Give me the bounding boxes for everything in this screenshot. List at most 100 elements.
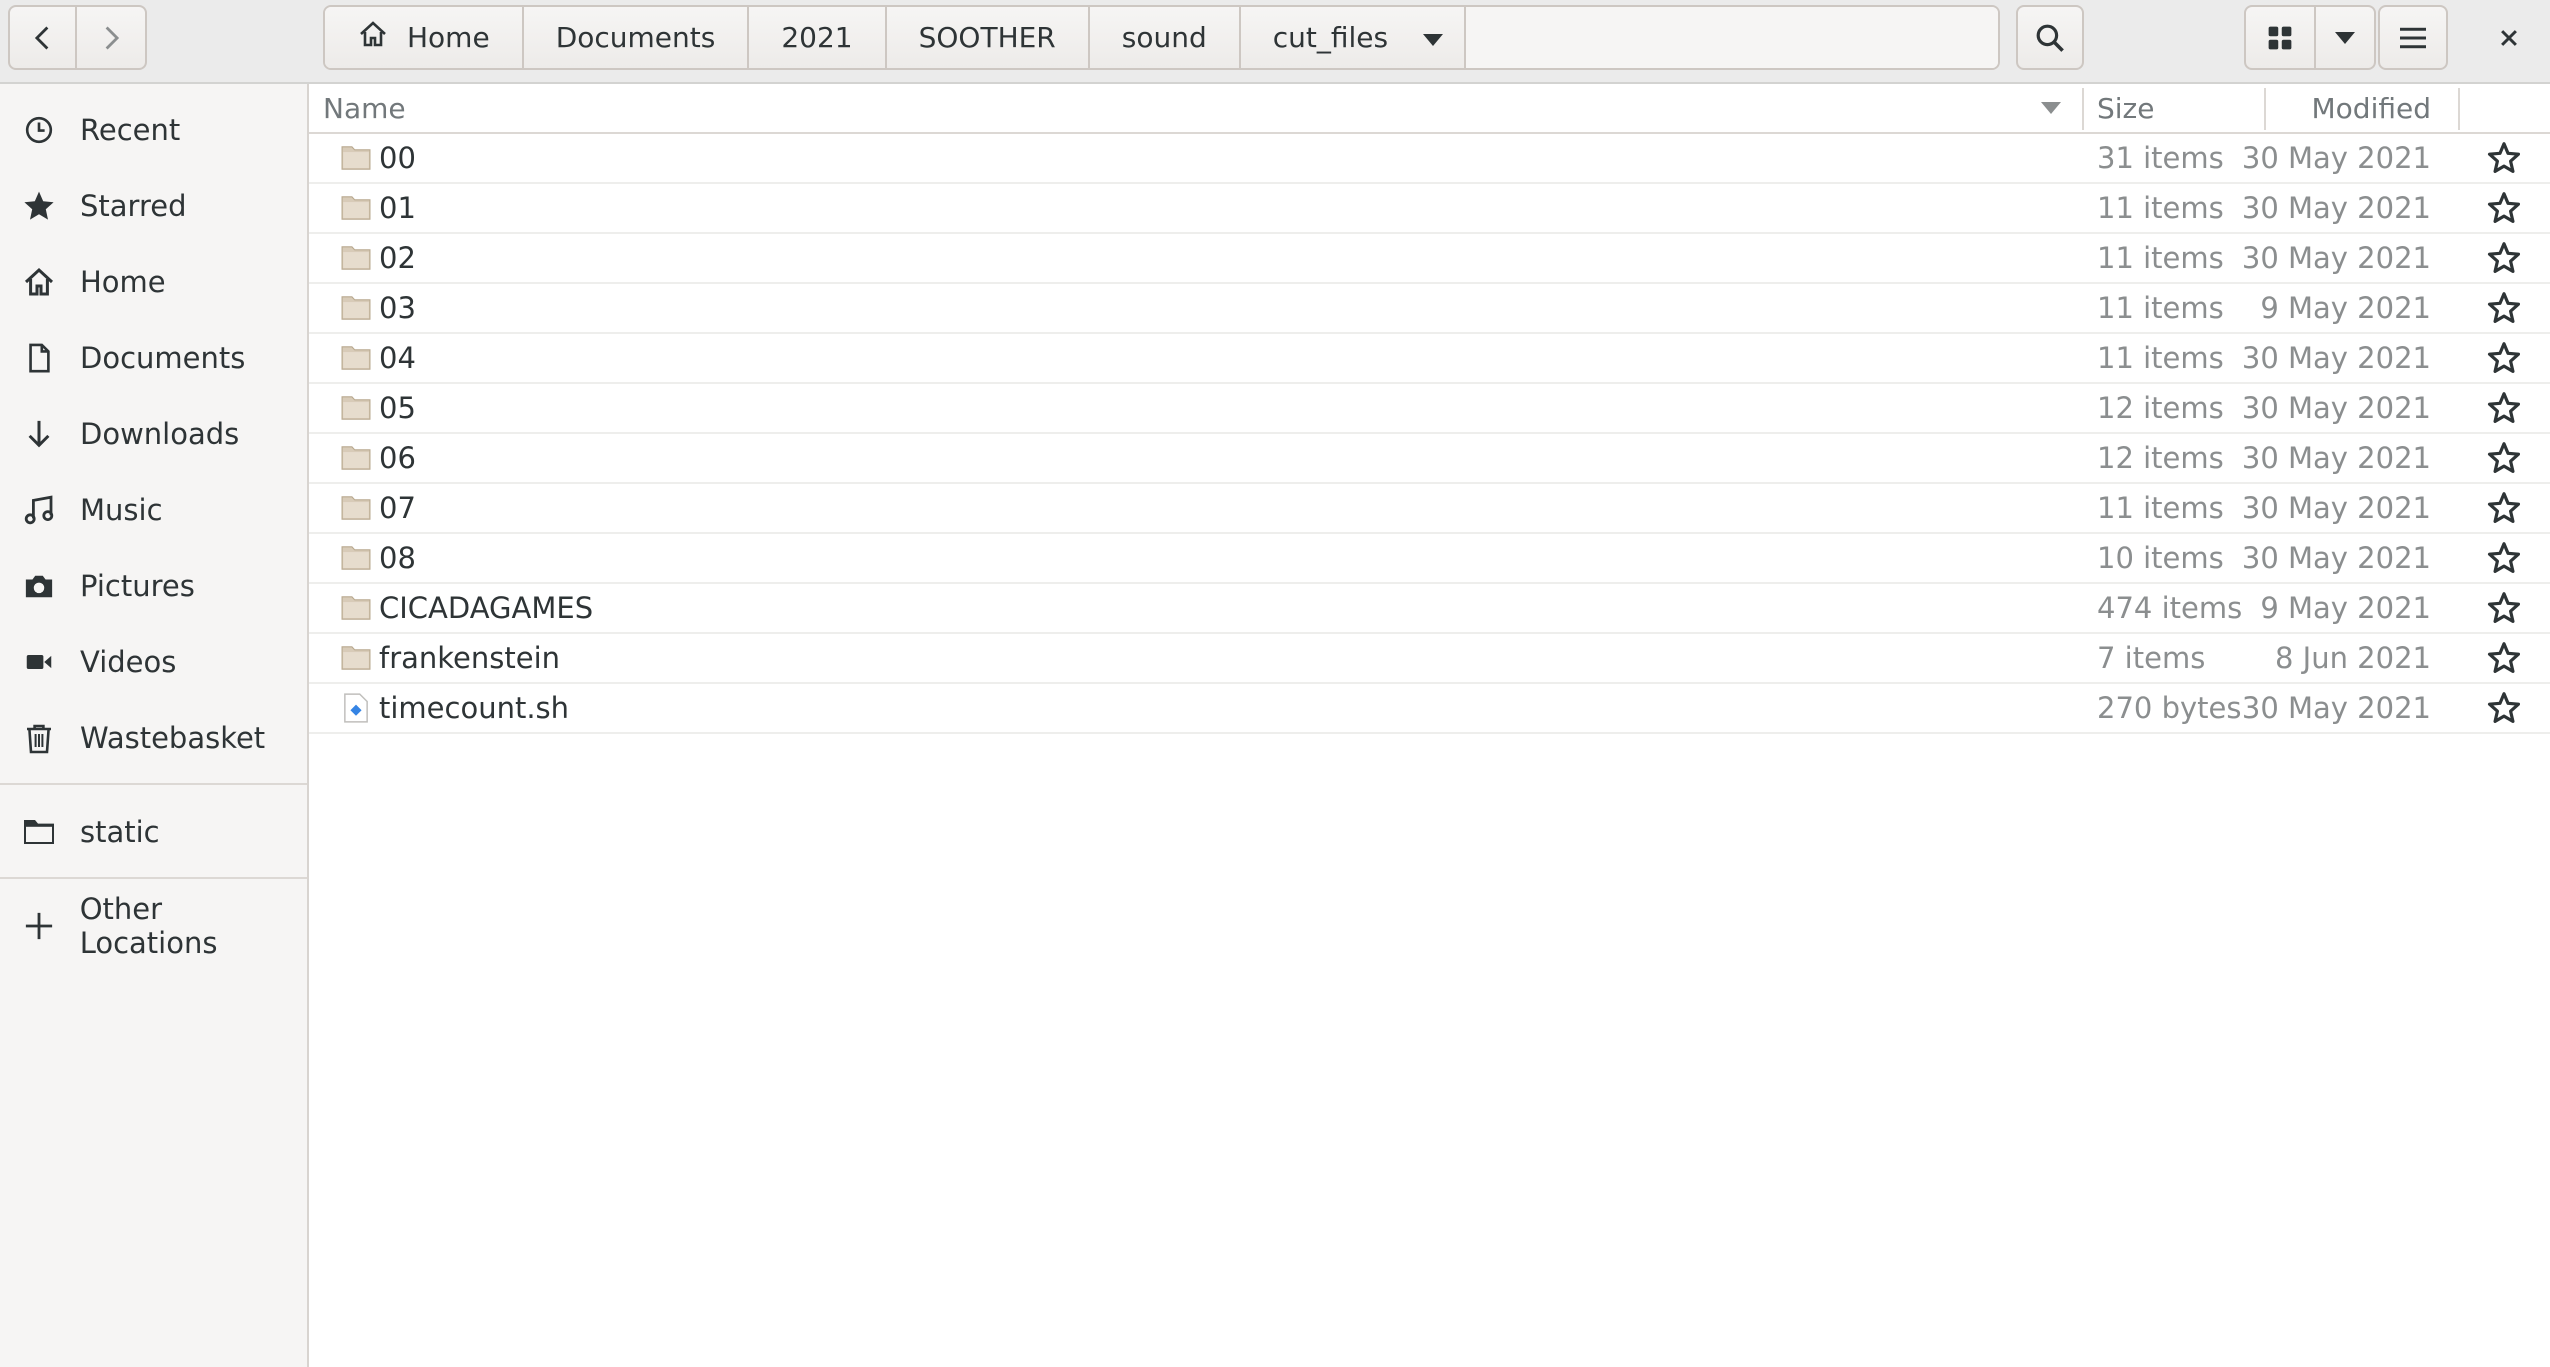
- sidebar-item-label: Recent: [80, 113, 181, 147]
- sidebar-item-label: Videos: [80, 645, 177, 679]
- folder-icon: [339, 234, 373, 282]
- folder-icon: [339, 534, 373, 582]
- sidebar-item-other-locations[interactable]: Other Locations: [0, 890, 307, 962]
- hamburger-menu-icon: [2400, 27, 2426, 48]
- column-header-label: Name: [323, 91, 406, 125]
- breadcrumb-home[interactable]: Home: [325, 7, 524, 68]
- home-icon: [22, 265, 56, 299]
- sidebar-item-label: static: [80, 815, 160, 849]
- document-icon: [22, 341, 56, 375]
- sidebar-item-label: Music: [80, 493, 163, 527]
- table-row[interactable]: timecount.sh 270 bytes 30 May 2021: [309, 684, 2550, 734]
- column-header-row: Name Size Modified: [309, 84, 2550, 134]
- clock-icon: [22, 113, 56, 147]
- path-bar: Home Documents 2021 SOOTHER sound cut_fi…: [323, 5, 2000, 70]
- star-icon[interactable]: [2479, 234, 2529, 282]
- folder-icon: [339, 334, 373, 382]
- sidebar-item-wastebasket[interactable]: Wastebasket: [0, 702, 307, 774]
- go-next-icon: [105, 26, 120, 49]
- main-menu-button[interactable]: [2378, 5, 2448, 70]
- table-row[interactable]: 06 12 items 30 May 2021: [309, 434, 2550, 484]
- close-icon: [2501, 29, 2517, 46]
- view-options-button[interactable]: [2314, 5, 2376, 70]
- trash-icon: [22, 721, 56, 755]
- file-size: 10 items: [2097, 541, 2224, 575]
- search-icon: [2036, 24, 2064, 52]
- breadcrumb-documents[interactable]: Documents: [523, 7, 750, 68]
- sidebar-item-label: Wastebasket: [80, 721, 266, 755]
- search-button[interactable]: [2016, 5, 2084, 70]
- back-button[interactable]: [8, 5, 77, 70]
- star-icon[interactable]: [2479, 584, 2529, 632]
- sidebar-item-starred[interactable]: Starred: [0, 170, 307, 242]
- file-size: 11 items: [2097, 491, 2224, 525]
- column-divider[interactable]: [2458, 88, 2460, 130]
- download-icon: [22, 417, 56, 451]
- table-row[interactable]: 08 10 items 30 May 2021: [309, 534, 2550, 584]
- sidebar-item-music[interactable]: Music: [0, 474, 307, 546]
- sidebar-item-documents[interactable]: Documents: [0, 322, 307, 394]
- table-row[interactable]: 01 11 items 30 May 2021: [309, 184, 2550, 234]
- column-header-modified[interactable]: Modified: [2209, 84, 2539, 132]
- sidebar-item-videos[interactable]: Videos: [0, 626, 307, 698]
- table-row[interactable]: CICADAGAMES 474 items 9 May 2021: [309, 584, 2550, 634]
- table-row[interactable]: 05 12 items 30 May 2021: [309, 384, 2550, 434]
- star-icon[interactable]: [2479, 184, 2529, 232]
- column-header-name[interactable]: Name: [323, 84, 406, 132]
- sidebar-item-recent[interactable]: Recent: [0, 94, 307, 166]
- file-name: 08: [379, 541, 416, 575]
- table-row[interactable]: 00 31 items 30 May 2021: [309, 134, 2550, 184]
- table-row[interactable]: frankenstein 7 items 8 Jun 2021: [309, 634, 2550, 684]
- star-icon: [22, 189, 56, 223]
- file-name: timecount.sh: [379, 691, 570, 725]
- sidebar-item-label: Other Locations: [79, 892, 218, 960]
- table-row[interactable]: 04 11 items 30 May 2021: [309, 334, 2550, 384]
- file-name: CICADAGAMES: [379, 591, 594, 625]
- video-icon: [22, 645, 56, 679]
- chevron-down-icon: [1422, 21, 1444, 54]
- file-list-view: Name Size Modified 00 31 items 30 May 2021…: [309, 84, 2550, 1367]
- folder-icon: [22, 815, 56, 849]
- star-icon[interactable]: [2479, 334, 2529, 382]
- breadcrumb-cut-files[interactable]: cut_files: [1240, 7, 1467, 68]
- table-row[interactable]: 03 11 items 9 May 2021: [309, 284, 2550, 334]
- forward-button[interactable]: [75, 5, 147, 70]
- sidebar-item-static[interactable]: static: [0, 796, 307, 868]
- star-icon[interactable]: [2479, 634, 2529, 682]
- sidebar-item-home[interactable]: Home: [0, 246, 307, 318]
- file-name: 00: [379, 141, 416, 175]
- star-icon[interactable]: [2479, 484, 2529, 532]
- breadcrumb-label: SOOTHER: [918, 21, 1056, 54]
- file-size: 7 items: [2097, 641, 2206, 675]
- column-header-label: Modified: [2311, 91, 2431, 125]
- breadcrumb-label: sound: [1121, 21, 1207, 54]
- breadcrumb-label: Documents: [555, 21, 716, 54]
- sort-descending-icon[interactable]: [2039, 84, 2063, 132]
- column-header-size[interactable]: Size: [2097, 84, 2154, 132]
- folder-icon: [339, 434, 373, 482]
- close-window-button[interactable]: [2474, 5, 2544, 70]
- star-icon[interactable]: [2479, 384, 2529, 432]
- star-icon[interactable]: [2479, 284, 2529, 332]
- breadcrumb-2021[interactable]: 2021: [749, 7, 887, 68]
- view-toggle-button[interactable]: [2244, 5, 2316, 70]
- star-icon[interactable]: [2479, 434, 2529, 482]
- column-divider[interactable]: [2082, 88, 2084, 130]
- file-name: frankenstein: [379, 641, 561, 675]
- sidebar-item-label: Documents: [80, 341, 246, 375]
- table-row[interactable]: 07 11 items 30 May 2021: [309, 484, 2550, 534]
- sidebar-item-label: Starred: [80, 189, 187, 223]
- file-size: 12 items: [2097, 391, 2224, 425]
- star-icon[interactable]: [2479, 534, 2529, 582]
- sidebar-item-pictures[interactable]: Pictures: [0, 550, 307, 622]
- breadcrumb-soother[interactable]: SOOTHER: [886, 7, 1090, 68]
- table-row[interactable]: 02 11 items 30 May 2021: [309, 234, 2550, 284]
- breadcrumb-label: cut_files: [1272, 21, 1389, 54]
- star-icon[interactable]: [2479, 684, 2529, 732]
- sidebar-item-downloads[interactable]: Downloads: [0, 398, 307, 470]
- breadcrumb-label: 2021: [781, 21, 853, 54]
- sidebar-item-label: Downloads: [80, 417, 240, 451]
- sidebar-separator: [0, 877, 307, 879]
- star-icon[interactable]: [2479, 134, 2529, 182]
- breadcrumb-sound[interactable]: sound: [1089, 7, 1241, 68]
